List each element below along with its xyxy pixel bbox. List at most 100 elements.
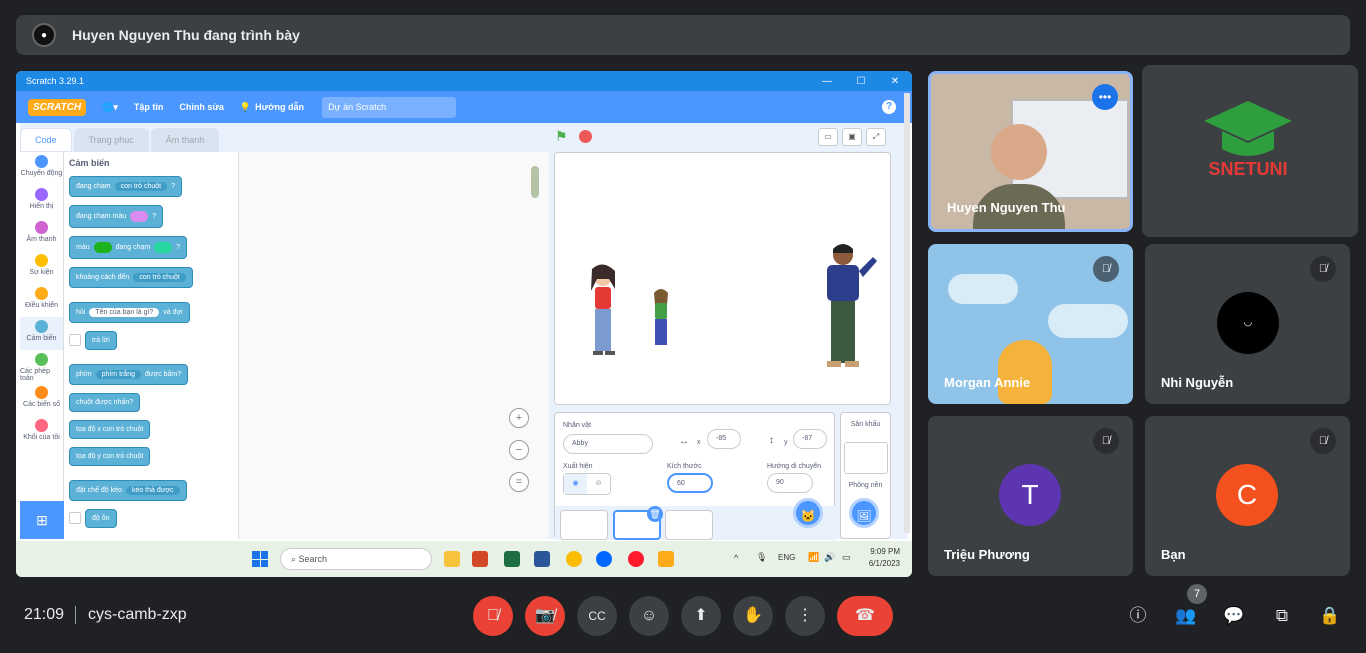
powerpoint-icon[interactable] — [472, 551, 488, 567]
taskbar-search-input[interactable]: ⌕ Search — [280, 548, 432, 570]
leave-call-button[interactable]: ☎ — [837, 596, 893, 636]
block-mouse-x[interactable]: tọa độ x con trỏ chuột — [69, 420, 151, 439]
chrome-icon[interactable] — [566, 551, 582, 567]
loudness-checkbox[interactable] — [69, 512, 81, 525]
block-mouse-down[interactable]: chuột được nhấn? — [69, 393, 141, 412]
category-looks[interactable]: Hiển thị — [20, 185, 63, 218]
small-stage-icon[interactable]: ▭ — [818, 128, 838, 146]
tray-battery-icon[interactable]: ▭ — [842, 552, 851, 563]
tab-costumes[interactable]: Trang phục — [73, 128, 149, 152]
participant-tile-nhi[interactable]: ◡ 🎙̸ Nhi Nguyễn — [1145, 244, 1350, 404]
block-color-touching-color[interactable]: màu đang chạm? — [69, 236, 188, 259]
category-motion[interactable]: Chuyển động — [20, 152, 63, 185]
normal-stage-icon[interactable]: ▣ — [842, 128, 862, 146]
script-area[interactable]: + − = — [239, 152, 549, 539]
meeting-info-icon[interactable]: ⓘ — [1126, 604, 1150, 628]
block-key-pressed[interactable]: phím phím trắng được bấm? — [69, 364, 189, 385]
green-flag-icon[interactable]: ⚑ — [555, 129, 569, 143]
window-scrollbar[interactable] — [904, 93, 910, 533]
tab-sounds[interactable]: Âm thanh — [150, 128, 220, 152]
word-icon[interactable] — [534, 551, 550, 567]
stage[interactable] — [554, 152, 891, 405]
sprite-name-input[interactable]: Abby — [563, 434, 653, 454]
excel-icon[interactable] — [504, 551, 520, 567]
maximize-icon[interactable]: ☐ — [844, 76, 878, 87]
mic-toggle-button[interactable]: 🎙̸ — [473, 596, 513, 636]
participant-tile-morgan[interactable]: 🎙̸ Morgan Annie — [928, 244, 1133, 404]
host-controls-icon[interactable]: 🔒 — [1318, 604, 1342, 628]
block-mouse-y[interactable]: tọa độ y con trỏ chuột — [69, 447, 151, 466]
zoom-in-icon[interactable]: + — [509, 408, 529, 428]
answer-checkbox[interactable] — [69, 334, 81, 347]
people-icon[interactable]: 👥 — [1174, 604, 1198, 628]
size-input[interactable]: 60 — [667, 473, 713, 493]
menu-file[interactable]: Tập tin — [134, 102, 164, 112]
scratch-logo[interactable]: SCRATCH — [28, 98, 87, 116]
windows-start-icon[interactable] — [252, 551, 268, 567]
block-answer[interactable]: trả lời — [85, 331, 117, 350]
close-icon[interactable]: ✕ — [878, 76, 912, 87]
category-sound[interactable]: Âm thanh — [20, 218, 63, 251]
category-control[interactable]: Điều khiển — [20, 284, 63, 317]
trash-icon[interactable]: 🗑 — [647, 506, 663, 522]
block-touching[interactable]: đang chạm con trỏ chuột? — [69, 176, 183, 197]
size-label: Kích thước — [667, 463, 702, 470]
block-distance-to[interactable]: khoảng cách đến con trỏ chuột — [69, 267, 193, 288]
participant-tile-you[interactable]: C 🎙̸ Bạn — [1145, 416, 1350, 576]
y-input[interactable]: -87 — [793, 429, 827, 449]
block-touching-color[interactable]: đang chạm màu? — [69, 205, 164, 228]
block-loudness[interactable]: độ ồn — [85, 509, 117, 528]
minimize-icon[interactable]: — — [810, 76, 844, 87]
zoom-reset-icon[interactable]: = — [509, 472, 529, 492]
scratch-taskbar-icon[interactable] — [658, 551, 674, 567]
tray-chevron-icon[interactable]: ^ — [734, 553, 738, 563]
x-input[interactable]: -85 — [707, 429, 741, 449]
tray-clock[interactable]: 9:09 PM 6/1/2023 — [869, 546, 900, 570]
globe-icon[interactable]: 🌐▾ — [102, 102, 118, 113]
direction-input[interactable]: 90 — [767, 473, 813, 493]
add-sprite-button[interactable]: 🐱 — [793, 498, 823, 528]
menu-edit[interactable]: Chỉnh sửa — [179, 102, 224, 112]
participant-tile-trieu[interactable]: T 🎙̸ Triệu Phương — [928, 416, 1133, 576]
chat-icon[interactable]: 💬 — [1222, 604, 1246, 628]
stage-pane[interactable]: Sân khấu Phông nền 🖼 — [840, 412, 891, 539]
tab-code[interactable]: Code — [20, 128, 72, 152]
category-operators[interactable]: Các phép toán — [20, 350, 63, 383]
category-events[interactable]: Sự kiện — [20, 251, 63, 284]
block-ask-and-wait[interactable]: hỏi Tên của bạn là gì? và đợi — [69, 302, 190, 323]
fullscreen-icon[interactable]: ⤢ — [866, 128, 886, 146]
present-screen-button[interactable]: ⬆ — [681, 596, 721, 636]
project-name-input[interactable]: Dự án Scratch — [322, 96, 457, 118]
zoom-out-icon[interactable]: − — [509, 440, 529, 460]
help-icon[interactable]: ? — [882, 100, 896, 114]
stop-icon[interactable] — [579, 129, 592, 143]
add-extension-button[interactable]: ⊞ — [20, 501, 64, 539]
category-sensing[interactable]: Cảm biến — [20, 317, 63, 350]
stage-thumbnail[interactable] — [843, 442, 888, 474]
captions-button[interactable]: CC — [577, 596, 617, 636]
category-my-blocks[interactable]: Khối của tôi — [20, 416, 63, 449]
camera-toggle-button[interactable]: 📷̸ — [525, 596, 565, 636]
block-set-drag-mode[interactable]: đặt chế độ kéo kéo thả được — [69, 480, 187, 501]
file-explorer-icon[interactable] — [444, 551, 460, 567]
category-variables[interactable]: Các biến số — [20, 383, 63, 416]
tray-language[interactable]: ENG — [778, 553, 795, 562]
participant-tile-huyen[interactable]: ••• Huyen Nguyen Thu — [928, 71, 1133, 232]
eye-icon[interactable]: ◉ — [564, 474, 587, 494]
raise-hand-button[interactable]: ✋ — [733, 596, 773, 636]
tray-mic-icon[interactable]: 🎙 — [756, 552, 767, 563]
add-backdrop-button[interactable]: 🖼 — [849, 498, 879, 528]
more-options-button[interactable]: ⋮ — [785, 596, 825, 636]
tray-volume-icon[interactable]: 🔊 — [824, 552, 835, 563]
zalo-icon[interactable] — [596, 551, 612, 567]
menu-tutorials[interactable]: Hướng dẫn — [255, 102, 304, 112]
activities-icon[interactable]: ⧉ — [1270, 604, 1294, 628]
cloud-decoration — [1048, 304, 1128, 338]
reactions-button[interactable]: ☺ — [629, 596, 669, 636]
tray-wifi-icon[interactable]: 📶 — [808, 552, 819, 563]
opera-icon[interactable] — [628, 551, 644, 567]
sprite-thumb-3[interactable] — [665, 510, 713, 540]
participant-avatar: T — [999, 464, 1061, 526]
sprite-thumb-1[interactable] — [560, 510, 608, 540]
eye-off-icon[interactable]: ⊘ — [587, 474, 610, 494]
